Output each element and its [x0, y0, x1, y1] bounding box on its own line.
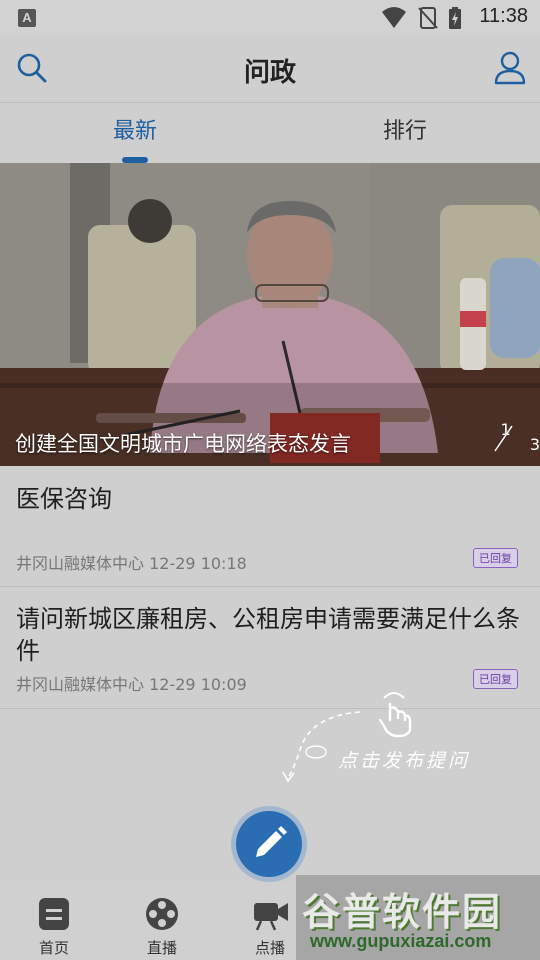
watermark-url: www.gupuxiazai.com: [310, 931, 492, 951]
post-meta: 井冈山融媒体中心 12-29 10:09: [16, 671, 247, 695]
app-notification-icon: A: [18, 9, 36, 27]
video-camera-icon: [254, 903, 288, 931]
no-sim-icon: [418, 7, 438, 29]
post-time: 12-29 10:09: [149, 675, 247, 694]
question-list: 医保咨询 井冈山融媒体中心 12-29 10:18 已回复 请问新城区廉租房、公…: [0, 466, 540, 709]
nav-home[interactable]: 首页: [0, 885, 108, 960]
banner-photo: [0, 163, 540, 466]
pencil-icon: [256, 826, 287, 857]
banner-caption: 创建全国文明城市广电网络表态发言: [15, 432, 351, 456]
site-watermark: 谷普软件园 www.gupuxiazai.com: [296, 875, 540, 960]
nav-label: 首页: [38, 939, 69, 957]
post-hint-text: 点击发布提问: [338, 750, 471, 772]
document-icon: [39, 898, 69, 930]
page-title: 问政: [243, 58, 296, 88]
list-item[interactable]: 医保咨询 井冈山融媒体中心 12-29 10:18 已回复: [0, 466, 540, 587]
post-source: 井冈山融媒体中心: [16, 675, 145, 694]
watermark-name: 谷普软件园: [302, 890, 503, 934]
banner-carousel[interactable]: 创建全国文明城市广电网络表态发言 1 3: [0, 163, 540, 466]
wifi-icon: [382, 7, 406, 28]
nav-label: 直播: [146, 939, 177, 957]
tap-hand-icon: [378, 692, 412, 738]
banner-page-current: 1: [500, 420, 511, 439]
list-item[interactable]: 请问新城区廉租房、公租房申请需要满足什么条件 井冈山融媒体中心 12-29 10…: [0, 587, 540, 709]
post-title: 请问新城区廉租房、公租房申请需要满足什么条件: [16, 605, 520, 665]
banner-page-indicator: 1 3: [500, 420, 540, 454]
tab-bar: 最新 排行: [0, 103, 540, 163]
tab-latest[interactable]: 最新: [0, 103, 270, 163]
status-bar: A 11:38: [0, 0, 540, 36]
tab-ranking[interactable]: 排行: [270, 103, 540, 163]
nav-live[interactable]: 直播: [108, 885, 216, 960]
post-title: 医保咨询: [16, 485, 112, 513]
compose-question-button[interactable]: [236, 811, 302, 877]
film-reel-icon: [146, 898, 178, 930]
post-time: 12-29 10:18: [149, 554, 247, 573]
top-bar: 问政: [0, 36, 540, 103]
status-badge: 已回复: [473, 548, 518, 568]
post-source: 井冈山融媒体中心: [16, 554, 145, 573]
post-meta: 井冈山融媒体中心 12-29 10:18: [16, 550, 247, 574]
status-badge: 已回复: [473, 669, 518, 689]
user-profile-icon[interactable]: [492, 50, 528, 86]
battery-charging-icon: [449, 7, 461, 29]
clock: 11:38: [479, 5, 528, 27]
banner-page-total: 3: [529, 435, 540, 454]
